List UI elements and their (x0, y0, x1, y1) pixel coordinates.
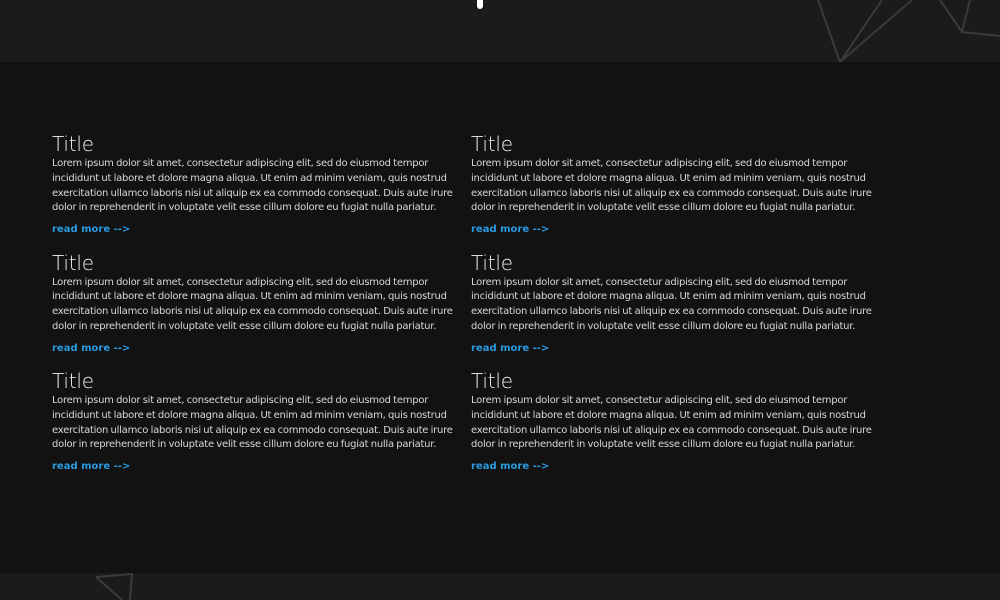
read-more-link[interactable]: read more --> (471, 343, 549, 354)
geometric-line-art-icon (817, 0, 1000, 62)
post-card: Title Lorem ipsum dolor sit amet, consec… (52, 250, 464, 369)
post-card: Title Lorem ipsum dolor sit amet, consec… (471, 368, 883, 487)
post-card: Title Lorem ipsum dolor sit amet, consec… (52, 368, 464, 487)
post-grid: Title Lorem ipsum dolor sit amet, consec… (52, 131, 882, 487)
read-more-link[interactable]: read more --> (471, 224, 549, 235)
post-title: Title (52, 132, 94, 156)
post-title: Title (52, 369, 94, 393)
top-section (0, 0, 1000, 62)
blog-section: Title Lorem ipsum dolor sit amet, consec… (0, 62, 1000, 573)
post-excerpt: Lorem ipsum dolor sit amet, consectetur … (471, 276, 872, 332)
read-more-link[interactable]: read more --> (52, 343, 130, 354)
geometric-line-art-icon (95, 573, 134, 600)
post-title: Title (471, 250, 513, 275)
scroll-tick-icon (477, 0, 483, 9)
post-card: Title Lorem ipsum dolor sit amet, consec… (52, 131, 464, 250)
post-excerpt: Lorem ipsum dolor sit amet, consectetur … (471, 158, 872, 214)
post-title: Title (471, 132, 513, 156)
post-title: Title (471, 369, 513, 393)
read-more-link[interactable]: read more --> (471, 461, 549, 472)
post-excerpt: Lorem ipsum dolor sit amet, consectetur … (52, 158, 453, 214)
post-excerpt: Lorem ipsum dolor sit amet, consectetur … (52, 395, 453, 451)
post-title: Title (52, 250, 94, 275)
post-card: Title Lorem ipsum dolor sit amet, consec… (471, 131, 883, 250)
post-card: Title Lorem ipsum dolor sit amet, consec… (471, 250, 883, 369)
post-excerpt: Lorem ipsum dolor sit amet, consectetur … (471, 395, 872, 451)
bottom-section (0, 573, 1000, 600)
read-more-link[interactable]: read more --> (52, 461, 130, 472)
post-excerpt: Lorem ipsum dolor sit amet, consectetur … (52, 276, 453, 332)
read-more-link[interactable]: read more --> (52, 224, 130, 235)
